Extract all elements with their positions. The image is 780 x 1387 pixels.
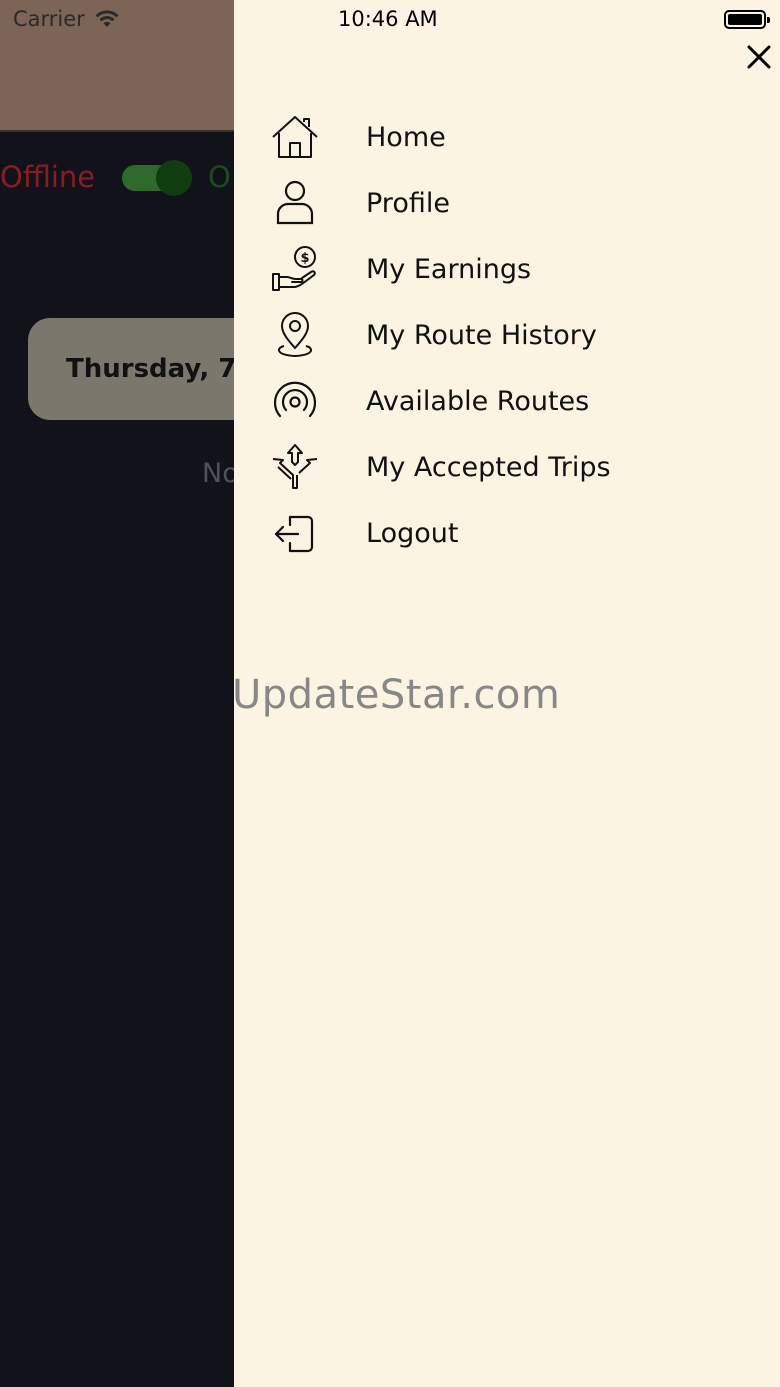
menu-item-home[interactable]: Home bbox=[270, 104, 750, 170]
menu-item-route-history[interactable]: My Route History bbox=[270, 302, 750, 368]
close-icon bbox=[747, 45, 771, 69]
menu-item-profile[interactable]: Profile bbox=[270, 170, 750, 236]
menu-label-logout: Logout bbox=[366, 517, 459, 549]
wifi-icon bbox=[95, 10, 119, 27]
battery-icon bbox=[724, 10, 770, 29]
menu-label-route-history: My Route History bbox=[366, 319, 597, 351]
signal-target-icon bbox=[270, 376, 320, 426]
menu-label-available-routes: Available Routes bbox=[366, 385, 590, 417]
logout-icon bbox=[270, 508, 320, 558]
online-toggle[interactable] bbox=[122, 160, 192, 196]
status-time: 10:46 AM bbox=[338, 7, 438, 31]
earnings-hand-icon: $ bbox=[270, 244, 320, 294]
toggle-knob bbox=[156, 160, 192, 196]
watermark: UpdateStar.com bbox=[232, 672, 561, 718]
carrier-label: Carrier bbox=[13, 7, 85, 31]
menu-item-logout[interactable]: Logout bbox=[270, 500, 750, 566]
home-icon bbox=[270, 112, 320, 162]
menu-item-available-routes[interactable]: Available Routes bbox=[270, 368, 750, 434]
split-arrows-icon bbox=[270, 442, 320, 492]
location-pin-icon bbox=[270, 310, 320, 360]
menu-item-earnings[interactable]: $ My Earnings bbox=[270, 236, 750, 302]
close-drawer-button[interactable] bbox=[746, 44, 772, 70]
menu-label-home: Home bbox=[366, 121, 446, 153]
menu-item-accepted-trips[interactable]: My Accepted Trips bbox=[270, 434, 750, 500]
svg-text:$: $ bbox=[300, 251, 309, 266]
menu-label-earnings: My Earnings bbox=[366, 253, 532, 285]
offline-label: Offline bbox=[0, 160, 96, 194]
menu-label-profile: Profile bbox=[366, 187, 450, 219]
drawer-menu: Home Profile $ My Earnings My Route Hist… bbox=[270, 104, 750, 566]
menu-label-accepted-trips: My Accepted Trips bbox=[366, 451, 611, 483]
user-icon bbox=[270, 178, 320, 228]
online-label: O bbox=[208, 160, 231, 194]
status-carrier: Carrier bbox=[13, 7, 121, 31]
